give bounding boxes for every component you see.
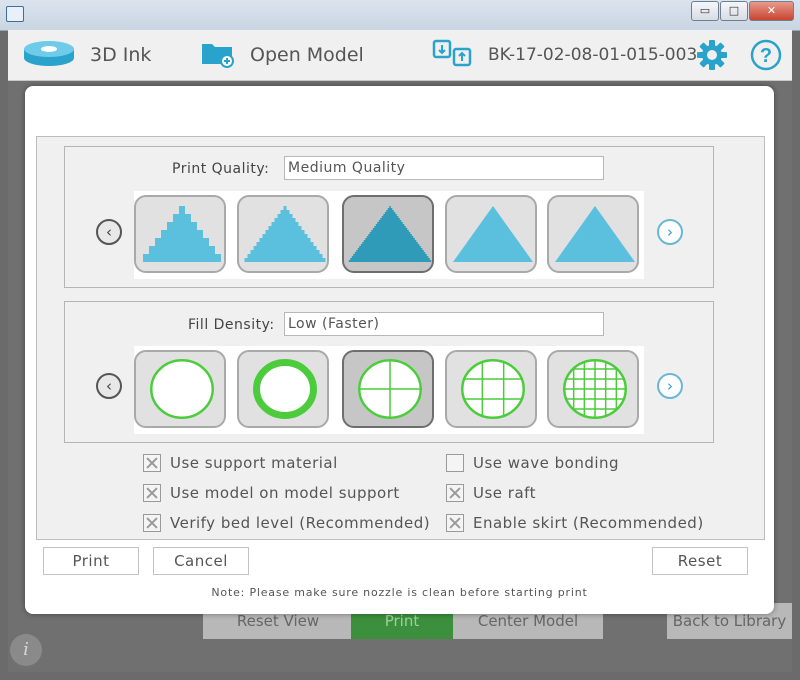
print-settings-dialog: Print Quality: Medium Quality ‹ › Fill D… xyxy=(25,86,774,614)
close-button[interactable]: ✕ xyxy=(749,1,794,21)
svg-text:?: ? xyxy=(760,45,772,67)
option-skirt[interactable]: Enable skirt (Recommended) xyxy=(446,514,704,532)
model-id-item[interactable]: BK-17-02-08-01-015-003 xyxy=(432,30,697,80)
gear-icon[interactable] xyxy=(696,39,728,75)
print-button[interactable]: Print xyxy=(43,547,139,575)
high-fill-icon xyxy=(563,359,627,419)
ink-item[interactable]: 3D Ink xyxy=(22,30,151,80)
print-quality-prev-button[interactable]: ‹ xyxy=(96,219,122,245)
model-on-model-support-label: Use model on model support xyxy=(170,484,400,502)
density-tile-low[interactable] xyxy=(342,350,434,428)
raft-label: Use raft xyxy=(473,484,537,502)
help-icon[interactable]: ? xyxy=(750,39,782,75)
info-button[interactable]: i xyxy=(10,634,42,666)
raft-checkbox[interactable] xyxy=(446,484,464,502)
density-tile-shell[interactable] xyxy=(237,350,329,428)
quality-tile-medium-quality[interactable] xyxy=(342,195,434,273)
fill-density-prev-button[interactable]: ‹ xyxy=(96,373,122,399)
support-material-label: Use support material xyxy=(170,454,338,472)
option-verify-bed-level[interactable]: Verify bed level (Recommended) xyxy=(143,514,430,532)
fill-density-next-button[interactable]: › xyxy=(657,373,683,399)
hollow-fill-icon xyxy=(150,359,214,419)
title-bar: ▭ □ ✕ xyxy=(0,0,800,31)
verify-bed-level-checkbox[interactable] xyxy=(143,514,161,532)
open-model-item[interactable]: Open Model xyxy=(200,30,364,80)
filament-spool-icon xyxy=(22,38,76,73)
folder-icon xyxy=(200,38,236,73)
shell-fill-icon xyxy=(253,359,317,419)
medium-fill-icon xyxy=(461,359,525,419)
density-tile-high[interactable] xyxy=(547,350,639,428)
maximize-button[interactable]: □ xyxy=(720,1,748,21)
print-quality-next-button[interactable]: › xyxy=(657,219,683,245)
model-transfer-icon xyxy=(432,39,474,72)
print-quality-field: Medium Quality xyxy=(284,156,604,180)
support-material-checkbox[interactable] xyxy=(143,454,161,472)
nozzle-note: Note: Please make sure nozzle is clean b… xyxy=(211,586,588,599)
low-fill-icon xyxy=(358,359,422,419)
print-quality-group: Print Quality: Medium Quality ‹ › xyxy=(64,146,714,288)
low-quality-triangle-icon xyxy=(244,206,326,262)
density-tile-hollow[interactable] xyxy=(134,350,226,428)
option-wave-bonding[interactable]: Use wave bonding xyxy=(446,454,619,472)
wave-bonding-label: Use wave bonding xyxy=(473,454,620,472)
quality-tile-high-quality[interactable] xyxy=(445,195,537,273)
reset-button[interactable]: Reset xyxy=(652,547,748,575)
option-raft[interactable]: Use raft xyxy=(446,484,536,502)
medium-quality-triangle-icon xyxy=(348,206,432,262)
open-model-label: Open Model xyxy=(250,44,364,66)
high-quality-triangle-icon xyxy=(453,206,533,262)
fill-density-group: Fill Density: Low (Faster) ‹ › xyxy=(64,301,714,443)
model-on-model-support-checkbox[interactable] xyxy=(143,484,161,502)
quality-tile-highest-quality[interactable] xyxy=(547,195,639,273)
draft-quality-triangle-icon xyxy=(143,206,221,262)
app-icon xyxy=(6,6,24,22)
highest-quality-triangle-icon xyxy=(555,206,635,262)
cancel-button[interactable]: Cancel xyxy=(153,547,249,575)
verify-bed-level-label: Verify bed level (Recommended) xyxy=(170,514,431,532)
model-id-label: BK-17-02-08-01-015-003 xyxy=(488,45,698,65)
fill-density-label: Fill Density: xyxy=(188,317,275,333)
ink-label: 3D Ink xyxy=(90,44,152,66)
print-quality-label: Print Quality: xyxy=(172,161,270,177)
quality-tile-draft-quality[interactable] xyxy=(134,195,226,273)
option-support-material[interactable]: Use support material xyxy=(143,454,338,472)
quality-tile-low-quality[interactable] xyxy=(237,195,329,273)
option-model-on-model-support[interactable]: Use model on model support xyxy=(143,484,400,502)
fill-density-field: Low (Faster) xyxy=(284,312,604,336)
skirt-checkbox[interactable] xyxy=(446,514,464,532)
wave-bonding-checkbox[interactable] xyxy=(446,454,464,472)
minimize-button[interactable]: ▭ xyxy=(691,1,719,21)
skirt-label: Enable skirt (Recommended) xyxy=(473,514,704,532)
density-tile-medium[interactable] xyxy=(445,350,537,428)
toolbar: 3D Ink Open Model BK-17-02-08-01-015-003 xyxy=(8,30,792,81)
